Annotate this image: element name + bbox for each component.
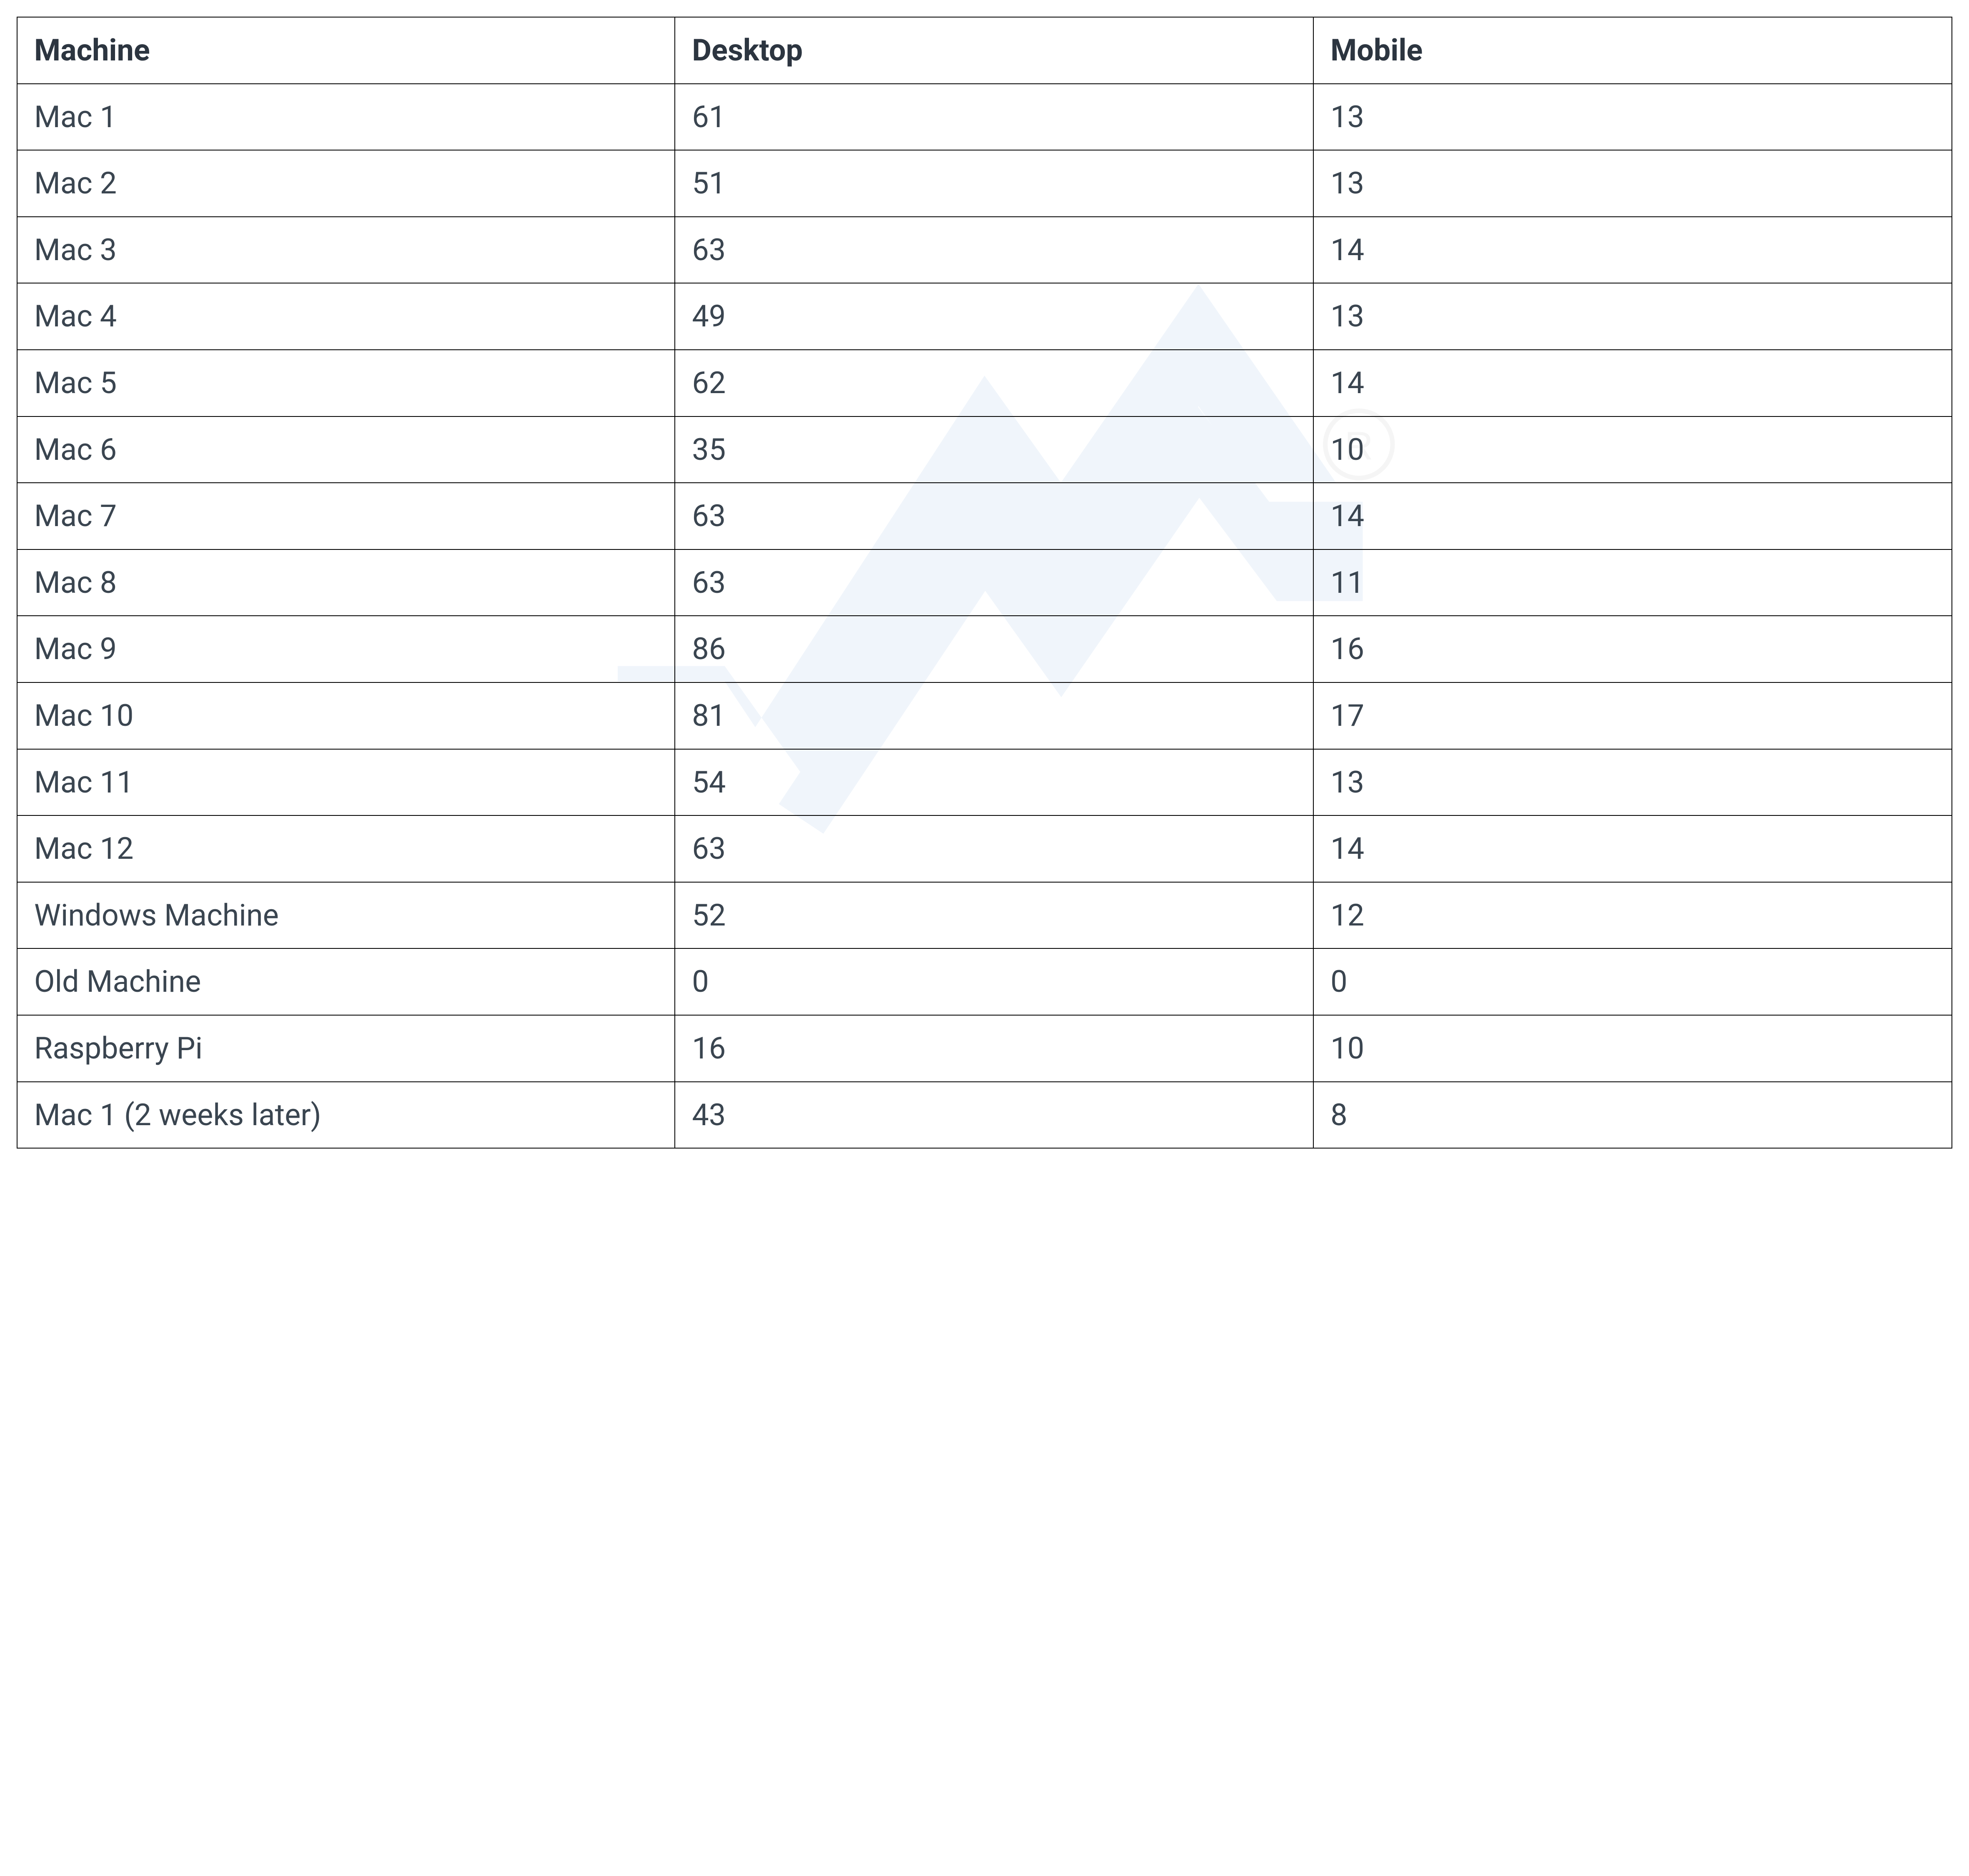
cell-machine: Windows Machine [17,882,675,949]
header-machine: Machine [17,17,675,84]
cell-desktop: 52 [675,882,1313,949]
cell-desktop: 51 [675,150,1313,217]
cell-desktop: 43 [675,1082,1313,1149]
cell-machine: Mac 3 [17,217,675,283]
cell-mobile: 13 [1313,150,1952,217]
table-row: Mac 108117 [17,682,1952,749]
cell-desktop: 86 [675,616,1313,682]
header-desktop: Desktop [675,17,1313,84]
cell-mobile: 14 [1313,815,1952,882]
cell-machine: Mac 6 [17,416,675,483]
cell-desktop: 81 [675,682,1313,749]
cell-desktop: 0 [675,948,1313,1015]
cell-machine: Mac 2 [17,150,675,217]
table-row: Mac 126314 [17,815,1952,882]
cell-machine: Mac 1 (2 weeks later) [17,1082,675,1149]
table-row: Mac 1 (2 weeks later)438 [17,1082,1952,1149]
table-row: Old Machine00 [17,948,1952,1015]
cell-machine: Mac 1 [17,84,675,150]
table-row: Mac 36314 [17,217,1952,283]
cell-desktop: 16 [675,1015,1313,1082]
cell-mobile: 10 [1313,1015,1952,1082]
cell-machine: Mac 12 [17,815,675,882]
table-row: Windows Machine5212 [17,882,1952,949]
cell-desktop: 61 [675,84,1313,150]
cell-desktop: 63 [675,217,1313,283]
cell-desktop: 54 [675,749,1313,816]
cell-mobile: 12 [1313,882,1952,949]
cell-machine: Mac 8 [17,549,675,616]
cell-machine: Mac 10 [17,682,675,749]
performance-table-container: Machine Desktop Mobile Mac 16113Mac 2511… [17,17,1952,1149]
cell-mobile: 13 [1313,283,1952,350]
table-row: Mac 56214 [17,350,1952,416]
cell-desktop: 63 [675,549,1313,616]
table-row: Mac 25113 [17,150,1952,217]
cell-mobile: 14 [1313,350,1952,416]
cell-desktop: 62 [675,350,1313,416]
header-mobile: Mobile [1313,17,1952,84]
cell-machine: Old Machine [17,948,675,1015]
cell-machine: Mac 7 [17,483,675,549]
performance-table: Machine Desktop Mobile Mac 16113Mac 2511… [17,17,1952,1149]
cell-desktop: 49 [675,283,1313,350]
table-row: Mac 44913 [17,283,1952,350]
table-row: Mac 115413 [17,749,1952,816]
table-row: Mac 76314 [17,483,1952,549]
table-row: Mac 98616 [17,616,1952,682]
cell-desktop: 63 [675,815,1313,882]
cell-desktop: 63 [675,483,1313,549]
table-row: Mac 16113 [17,84,1952,150]
cell-mobile: 14 [1313,483,1952,549]
table-row: Raspberry Pi1610 [17,1015,1952,1082]
table-row: Mac 86311 [17,549,1952,616]
cell-mobile: 14 [1313,217,1952,283]
table-row: Mac 63510 [17,416,1952,483]
cell-machine: Mac 9 [17,616,675,682]
cell-mobile: 8 [1313,1082,1952,1149]
cell-mobile: 16 [1313,616,1952,682]
cell-machine: Raspberry Pi [17,1015,675,1082]
cell-mobile: 17 [1313,682,1952,749]
cell-mobile: 10 [1313,416,1952,483]
cell-mobile: 0 [1313,948,1952,1015]
cell-mobile: 11 [1313,549,1952,616]
cell-machine: Mac 4 [17,283,675,350]
cell-machine: Mac 5 [17,350,675,416]
cell-mobile: 13 [1313,749,1952,816]
cell-desktop: 35 [675,416,1313,483]
table-header-row: Machine Desktop Mobile [17,17,1952,84]
cell-mobile: 13 [1313,84,1952,150]
cell-machine: Mac 11 [17,749,675,816]
